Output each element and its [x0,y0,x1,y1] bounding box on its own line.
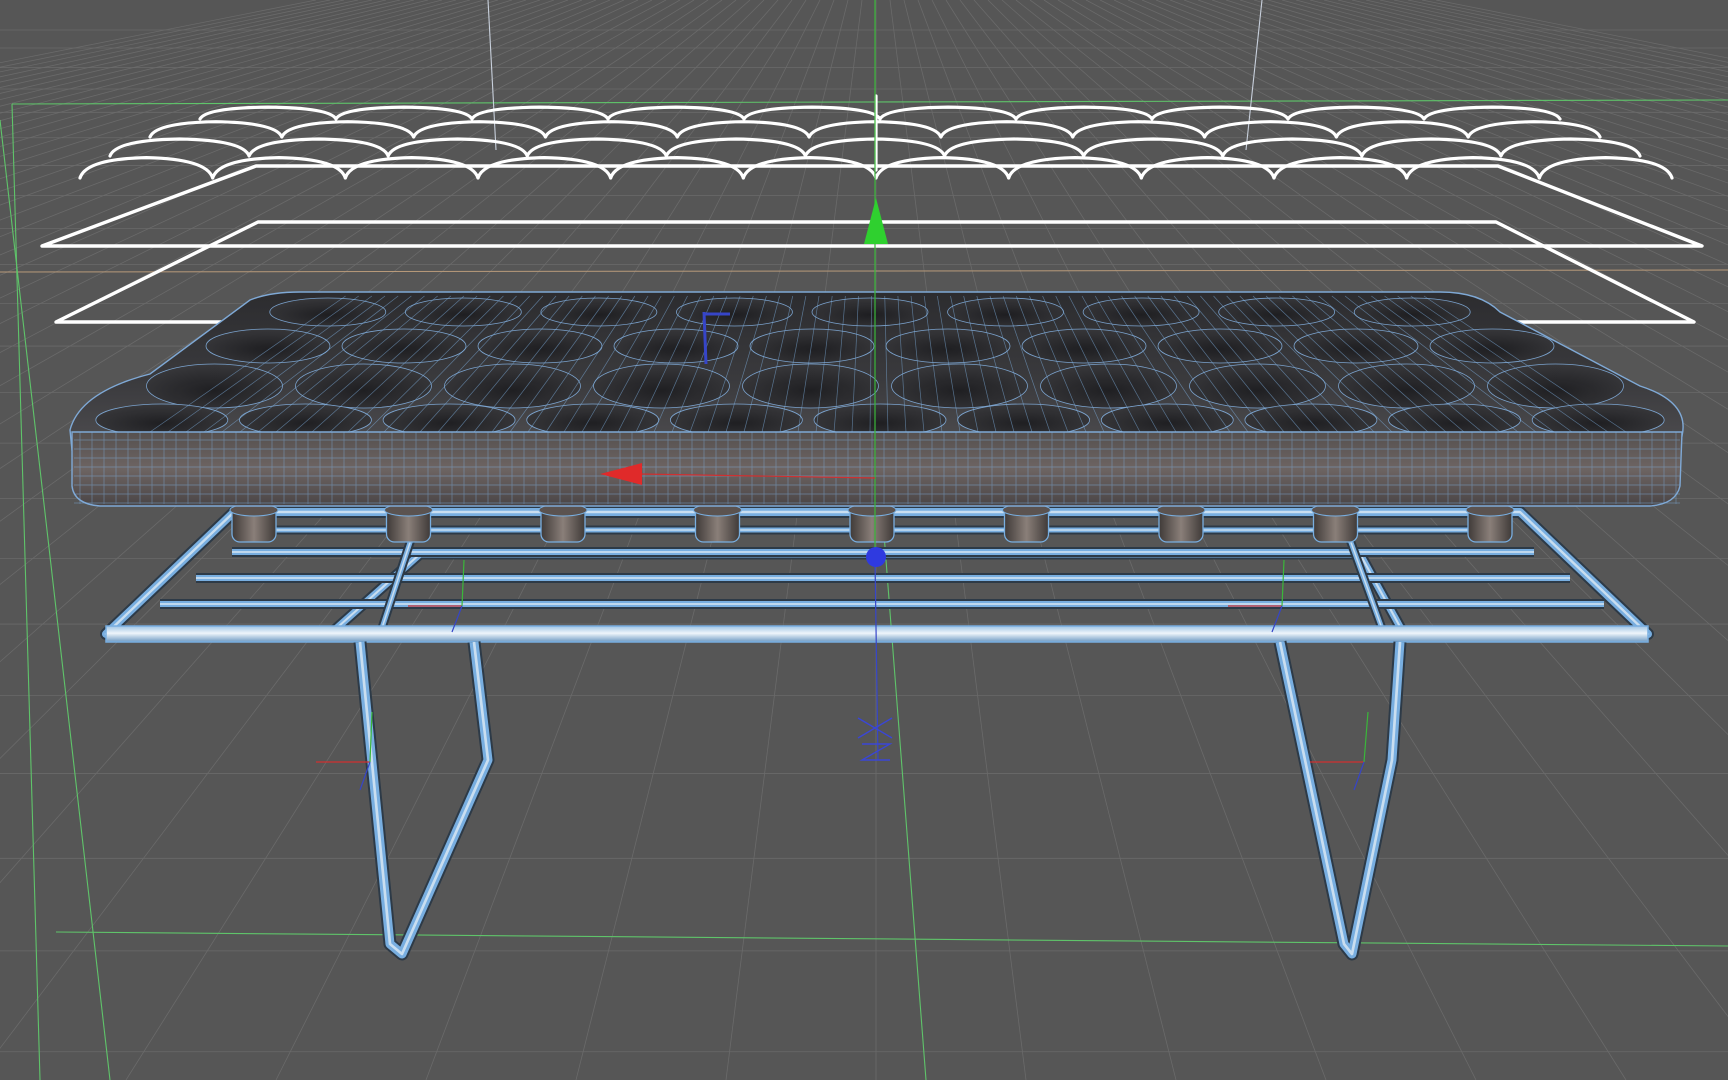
grid-line [1337,0,1728,95]
3d-viewport[interactable] [0,0,1728,1080]
cushion-tuft [1040,363,1177,409]
cushion-tuft [341,328,467,364]
grid-line [0,0,429,107]
cushion-tuft [1021,328,1147,364]
frame-inner-rail-shadow [326,548,1409,639]
grid-line [725,0,863,1080]
cushion-tuft [1082,297,1200,327]
cushion-tuft [1429,328,1555,364]
frame-inner-rail[interactable] [327,550,1408,637]
cushion-feet[interactable] [229,503,1515,543]
grid-line [1421,0,1728,63]
cushion-tuft [1157,328,1283,364]
tufted-cushion[interactable] [69,291,1684,507]
grid-line [0,0,359,78]
cushion-tuft [95,403,229,437]
grid-line [0,0,555,192]
grid-line [1351,0,1728,89]
frame-leg-right[interactable] [1275,641,1405,959]
cushion-tuft [593,363,730,409]
cushion-tuft [540,297,658,327]
cushion-side-band[interactable] [71,431,1683,507]
cushion-tuft [1353,297,1471,327]
cushion-tuft [891,363,1028,409]
horizon-line [0,269,1728,273]
grid-line [1113,0,1728,288]
cushion-tuft [205,328,331,364]
cushion-tuft [742,363,879,409]
grid-line [1015,0,1728,566]
cushion-tuft [1218,297,1336,327]
viewport-canvas[interactable] [0,0,1728,1080]
frame-front-rail[interactable] [105,625,1649,643]
frustum-line [1245,0,1263,151]
cushion-tuft [613,328,739,364]
grid-line [889,0,1027,1080]
frustum-line [55,931,1728,947]
frustum-line [11,103,41,1080]
cushion-tuft [957,403,1091,437]
cushion-tuft [1338,363,1475,409]
cushion-tuft [1531,403,1665,437]
grid-line [945,0,1627,1080]
cushion-tuft [1293,328,1419,364]
world-axis-indicator [857,717,893,761]
cushion-tuft [1487,363,1624,409]
grid-line [0,0,625,276]
gizmo-z-axis-handle[interactable] [866,547,886,567]
cushion-tuft [477,328,603,364]
grid-line [1057,0,1728,410]
cushion-tuft [1244,403,1378,437]
frame-inner-rail-highlight [329,552,1405,635]
frustum-line [487,0,497,151]
cushion-tuft [1189,363,1326,409]
cushion-tuft [269,297,387,327]
